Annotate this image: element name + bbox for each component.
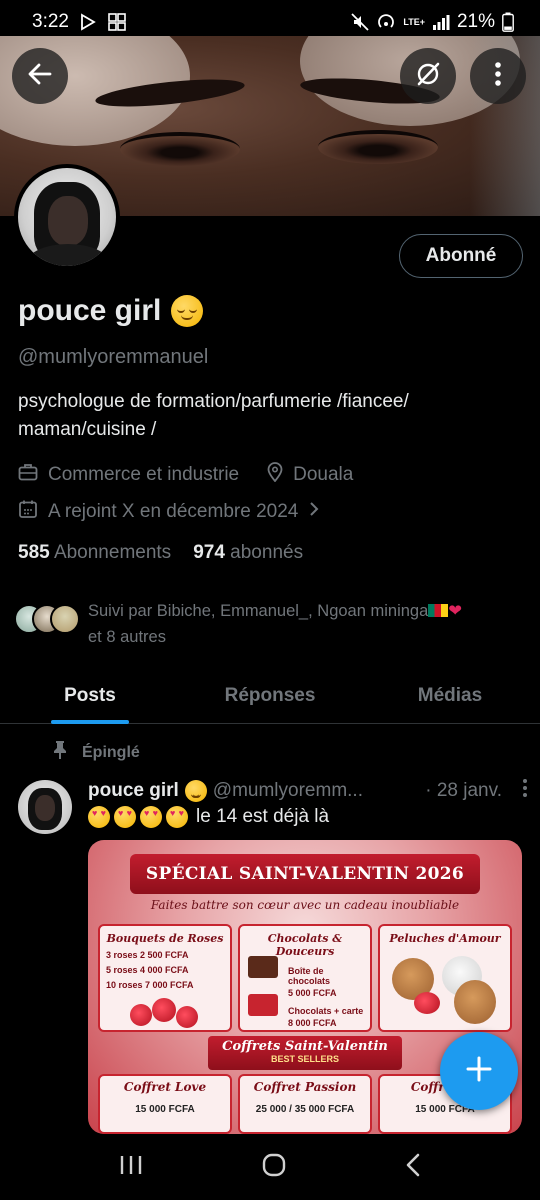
- back-button[interactable]: [12, 48, 68, 104]
- pinned-label: Épinglé: [52, 740, 140, 765]
- status-bar: 3:22 LTE+ 21%: [0, 0, 540, 44]
- promo-coffret-passion: Coffret Passion 25 000 / 35 000 FCFA: [238, 1074, 372, 1134]
- tab-replies[interactable]: Réponses: [180, 668, 360, 723]
- heart-eyes-emoji: [166, 806, 188, 828]
- red-heart-icon: ❤: [448, 602, 463, 620]
- profile-category: Commerce et industrie: [48, 464, 240, 485]
- promo-subtitle: Faites battre son cœur avec un cadeau in…: [150, 898, 460, 912]
- profile-location: Douala: [293, 464, 354, 485]
- battery-icon: [502, 12, 514, 32]
- followed-by-text: Suivi par Bibiche, Emmanuel_, Ngoan mini…: [88, 602, 463, 646]
- promo-ribbon: Coffrets Saint-Valentin BEST SELLERS: [208, 1036, 402, 1070]
- grok-button[interactable]: [400, 48, 456, 104]
- post-author-name[interactable]: pouce girl: [88, 780, 179, 802]
- grid-app-icon: [107, 12, 127, 32]
- network-type: LTE+: [403, 17, 425, 27]
- following-link[interactable]: 585 Abonnements: [18, 542, 171, 564]
- relieved-face-emoji: [184, 780, 207, 802]
- promo-card-roses: Bouquets de Roses 3 roses 2 500 FCFA 5 r…: [98, 924, 232, 1032]
- calendar-icon: [18, 499, 38, 525]
- arrow-left-icon: [26, 60, 54, 93]
- status-time: 3:22: [32, 11, 69, 32]
- location-pin-icon: [267, 462, 283, 488]
- post-author-handle[interactable]: @mumlyoremm...: [213, 780, 363, 802]
- followed-by[interactable]: Suivi par Bibiche, Emmanuel_, Ngoan mini…: [14, 598, 528, 650]
- post-author-avatar[interactable]: [18, 780, 72, 834]
- hotspot-icon: [376, 13, 396, 31]
- heart-eyes-emoji: [114, 806, 136, 828]
- profile-meta-row: Commerce et industrie Douala: [18, 462, 353, 488]
- recent-apps-button[interactable]: [118, 1153, 144, 1182]
- profile-bio: psychologue de formation/parfumerie /fia…: [18, 391, 409, 440]
- briefcase-icon: [18, 463, 38, 487]
- followers-link[interactable]: 974 abonnés: [193, 542, 303, 564]
- joined-date: A rejoint X en décembre 2024: [48, 501, 299, 522]
- promo-coffret-love: Coffret Love 15 000 FCFA: [98, 1074, 232, 1134]
- promo-title: SPÉCIAL SAINT-VALENTIN 2026: [130, 854, 480, 894]
- profile-handle: @mumlyoremmanuel: [18, 346, 209, 368]
- profile-tabs: Posts Réponses Médias: [0, 668, 540, 724]
- more-vertical-icon: [494, 61, 502, 92]
- signal-icon: [432, 14, 450, 30]
- play-store-icon: [79, 13, 97, 31]
- home-button[interactable]: [261, 1152, 287, 1183]
- promo-card-plush: Peluches d'Amour: [378, 924, 512, 1032]
- joined-row[interactable]: A rejoint X en décembre 2024: [18, 499, 320, 525]
- followers-avatar-stack: [14, 598, 80, 638]
- heart-eyes-emoji: [140, 806, 162, 828]
- tab-media[interactable]: Médias: [360, 668, 540, 723]
- more-options-button[interactable]: [470, 48, 526, 104]
- back-nav-button[interactable]: [404, 1152, 422, 1183]
- post-more-icon[interactable]: [522, 778, 528, 804]
- plus-icon: [464, 1054, 494, 1089]
- battery-percent: 21%: [456, 11, 495, 32]
- heart-eyes-emoji: [88, 806, 110, 828]
- pin-icon: [52, 740, 68, 765]
- post-timestamp[interactable]: · 28 janv.: [425, 780, 502, 802]
- compose-post-button[interactable]: [440, 1032, 518, 1110]
- post-header: pouce girl @mumlyoremm... · 28 janv.: [88, 778, 528, 804]
- tab-posts[interactable]: Posts: [0, 668, 180, 723]
- relieved-face-emoji: [171, 295, 204, 327]
- display-name: pouce girl: [18, 294, 204, 328]
- follow-stats: 585 Abonnements 974 abonnés: [18, 542, 303, 564]
- system-nav-bar: [0, 1134, 540, 1200]
- mute-icon: [351, 13, 370, 31]
- promo-card-chocolates: Chocolats & Douceurs Boîte de chocolats …: [238, 924, 372, 1032]
- cameroon-flag-icon: [428, 604, 449, 617]
- grok-icon: [414, 60, 442, 93]
- profile-avatar[interactable]: [14, 164, 120, 270]
- chevron-right-icon: [308, 500, 320, 524]
- following-button[interactable]: Abonné: [399, 234, 523, 278]
- post-text: le 14 est déjà là: [88, 806, 329, 828]
